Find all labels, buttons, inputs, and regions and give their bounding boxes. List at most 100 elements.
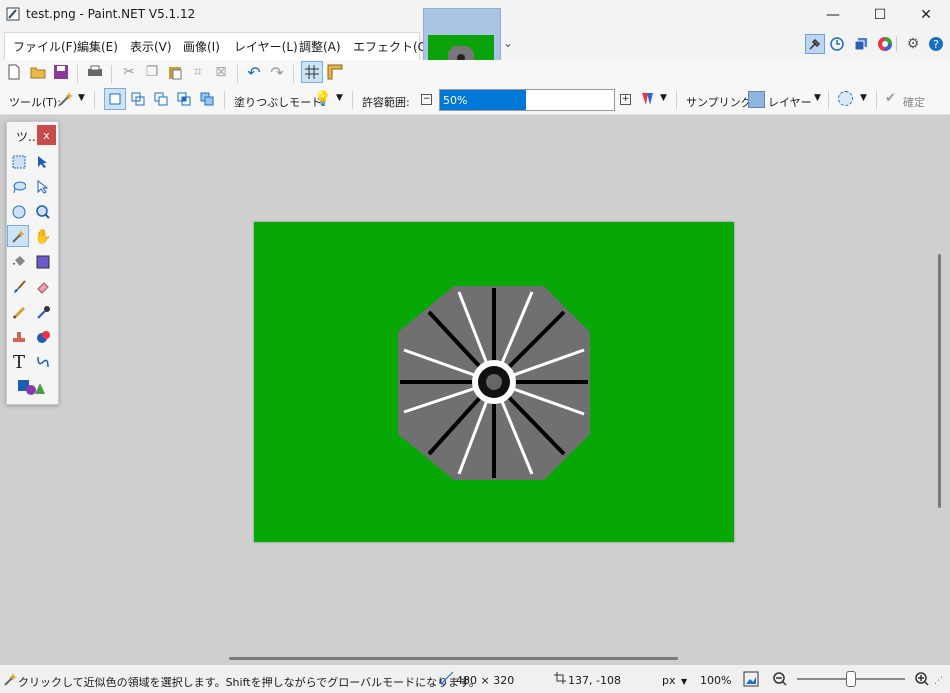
history-icon[interactable] <box>828 35 846 53</box>
move-selected-pixels-tool-icon[interactable] <box>32 151 54 173</box>
save-icon[interactable] <box>52 63 70 81</box>
print-icon[interactable] <box>86 63 104 81</box>
tools-window-icon[interactable] <box>805 34 825 54</box>
line-curve-tool-icon[interactable] <box>32 351 54 373</box>
toolbar-separator <box>828 91 829 109</box>
cursor-position-icon <box>553 671 567 688</box>
deselect-icon[interactable]: ⊠ <box>212 63 230 81</box>
blend-mode-dropdown-arrow-icon[interactable]: ▼ <box>660 93 667 103</box>
toolbar-separator <box>237 65 238 83</box>
zoom-in-icon[interactable] <box>914 671 930 690</box>
crop-icon[interactable]: ⌗ <box>189 63 207 81</box>
rectangle-select-tool-icon[interactable] <box>8 151 30 173</box>
layers-icon[interactable] <box>852 35 870 53</box>
selection-mode-union-icon[interactable] <box>129 90 147 108</box>
finish-button[interactable]: 確定 <box>903 94 925 110</box>
shapes-tool-icon[interactable] <box>16 376 48 398</box>
redo-icon[interactable]: ↷ <box>268 63 286 82</box>
image-list-dropdown-icon[interactable]: ⌄ <box>503 36 513 50</box>
open-file-icon[interactable] <box>29 63 47 81</box>
toolbar-separator <box>94 91 95 109</box>
maximize-button[interactable]: ☐ <box>857 0 903 30</box>
antialiasing-icon[interactable] <box>838 91 853 106</box>
zoom-out-icon[interactable] <box>772 671 788 690</box>
pan-tool-icon[interactable]: ✋ <box>32 226 54 248</box>
recolor-tool-icon[interactable] <box>32 326 54 348</box>
cursor-position: 137, -108 <box>568 674 621 687</box>
tools-panel-close-button[interactable]: x <box>37 125 56 145</box>
antialiasing-dropdown-arrow-icon[interactable]: ▼ <box>860 93 867 103</box>
text-tool-icon[interactable]: T <box>8 351 30 373</box>
toolbar-separator <box>293 65 294 83</box>
color-picker-tool-icon[interactable] <box>32 301 54 323</box>
move-selection-tool-icon[interactable] <box>32 176 54 198</box>
icon-separator <box>896 36 897 52</box>
menu-file[interactable]: ファイル(F) <box>13 38 77 55</box>
toolbar-separator <box>876 91 877 109</box>
zoom-slider-thumb[interactable] <box>846 671 856 687</box>
new-file-icon[interactable] <box>5 63 23 81</box>
tolerance-increase-icon[interactable]: + <box>620 94 631 105</box>
image-size-icon <box>440 671 454 688</box>
selection-mode-intersect-icon[interactable] <box>175 90 193 108</box>
paint-bucket-tool-icon[interactable] <box>8 251 30 273</box>
colors-icon[interactable] <box>876 35 894 53</box>
selection-mode-replace-icon[interactable] <box>104 88 126 110</box>
ellipse-select-tool-icon[interactable] <box>8 201 30 223</box>
unit-dropdown-arrow-icon[interactable]: ▼ <box>681 677 687 686</box>
finish-check-icon[interactable]: ✔ <box>885 91 896 106</box>
close-button[interactable]: ✕ <box>903 0 949 30</box>
image-canvas[interactable] <box>254 222 734 542</box>
paintbrush-tool-icon[interactable] <box>8 276 30 298</box>
magic-wand-tool-icon[interactable] <box>7 225 29 247</box>
tolerance-decrease-icon[interactable]: − <box>421 94 432 105</box>
status-magic-wand-icon <box>3 672 17 689</box>
gradient-tool-icon[interactable] <box>32 251 54 273</box>
tool-dropdown-arrow-icon[interactable]: ▼ <box>78 93 85 103</box>
zoom-to-window-icon[interactable] <box>743 671 759 690</box>
resize-grip-icon[interactable]: ⋰ <box>934 676 943 686</box>
fill-mode-dropdown-arrow-icon[interactable]: ▼ <box>336 93 343 103</box>
pixel-grid-icon[interactable] <box>301 61 323 83</box>
clone-stamp-tool-icon[interactable] <box>8 326 30 348</box>
sampling-dropdown-arrow-icon[interactable]: ▼ <box>814 93 821 103</box>
magic-wand-icon[interactable] <box>57 90 75 108</box>
zoom-tool-icon[interactable] <box>32 201 54 223</box>
status-hint: クリックして近似色の領域を選択します。Shiftを押しながらでグローバルモードに… <box>18 676 481 689</box>
fill-mode-lightbulb-icon[interactable]: 💡 <box>314 90 332 108</box>
copy-icon[interactable]: ❐ <box>143 63 161 81</box>
pencil-tool-icon[interactable] <box>8 301 30 323</box>
tolerance-label: 許容範囲: <box>362 96 410 109</box>
sampling-label: サンプリング: <box>686 96 756 109</box>
sampling-value[interactable]: レイヤー <box>768 94 812 110</box>
undo-icon[interactable]: ↶ <box>245 63 263 82</box>
menu-adjustments[interactable]: 調整(A) <box>299 38 341 55</box>
menu-edit[interactable]: 編集(E) <box>77 38 118 55</box>
unit-selector[interactable]: px <box>662 674 676 687</box>
selection-mode-exclude-icon[interactable] <box>152 90 170 108</box>
paste-icon[interactable] <box>166 63 184 81</box>
cut-icon[interactable]: ✂ <box>120 63 138 81</box>
eraser-tool-icon[interactable] <box>32 276 54 298</box>
tolerance-value: 50% <box>443 94 468 107</box>
help-icon[interactable]: ? <box>927 35 945 53</box>
horizontal-scrollbar[interactable] <box>229 657 678 660</box>
menu-effects[interactable]: エフェクト(C) <box>353 38 431 55</box>
toolbar-separator <box>676 91 677 109</box>
sampling-layer-icon <box>748 91 765 108</box>
fill-mode-label: 塗りつぶしモード: <box>234 96 326 109</box>
tools-panel-title: ツ... <box>16 130 40 144</box>
menu-image[interactable]: 画像(I) <box>183 38 220 55</box>
menu-view[interactable]: 表示(V) <box>130 38 172 55</box>
lasso-select-tool-icon[interactable] <box>8 176 30 198</box>
settings-icon[interactable]: ⚙ <box>904 35 922 53</box>
vertical-scrollbar[interactable] <box>938 254 941 508</box>
toolbar-separator <box>111 65 112 83</box>
minimize-button[interactable]: — <box>810 0 856 30</box>
zoom-level[interactable]: 100% <box>700 674 731 687</box>
menu-layers[interactable]: レイヤー(L) <box>234 38 298 55</box>
blend-mode-icon[interactable] <box>639 90 657 108</box>
selection-mode-xor-icon[interactable] <box>198 90 216 108</box>
image-content <box>398 286 590 480</box>
rulers-icon[interactable] <box>326 63 344 81</box>
